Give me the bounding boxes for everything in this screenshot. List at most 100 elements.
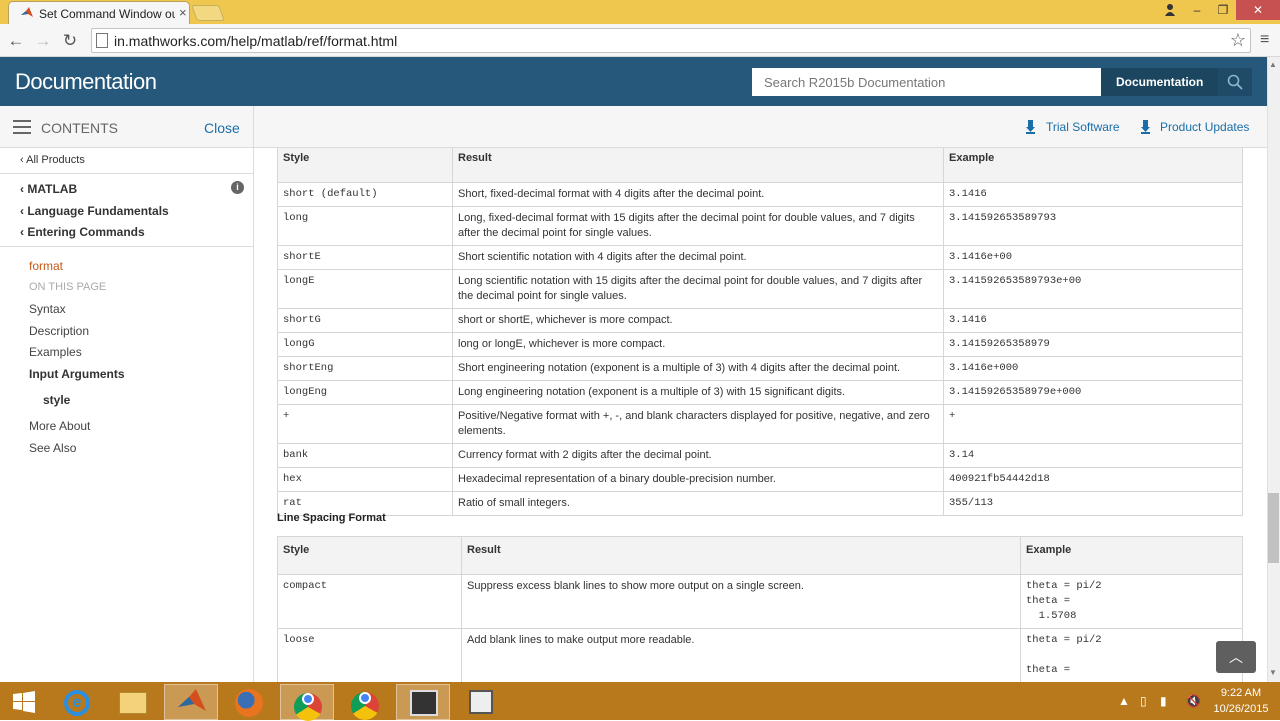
format-table: Style Result Example short (default) Shor…	[277, 148, 1243, 516]
style-cell: shortEng	[277, 356, 453, 381]
forward-arrow-icon[interactable]: →	[33, 31, 53, 51]
example-cell: 3.1416e+00	[943, 245, 1243, 270]
toc-style[interactable]: style	[43, 393, 70, 407]
chrome-icon[interactable]	[338, 684, 392, 720]
phone-icon[interactable]: ▯	[1140, 694, 1147, 708]
back-to-top-button[interactable]: ︿	[1216, 641, 1256, 673]
line-spacing-table: Style Result Example compact Suppress exc…	[277, 536, 1243, 682]
style-cell: short (default)	[277, 182, 453, 207]
result-cell: Short, fixed-decimal format with 4 digit…	[452, 182, 944, 207]
table-row: bank Currency format with 2 digits after …	[277, 443, 1243, 468]
result-cell: Positive/Negative format with +, -, and …	[452, 404, 944, 444]
table-row: long Long, fixed-decimal format with 15 d…	[277, 206, 1243, 246]
result-cell: long or longE, whichever is more compact…	[452, 332, 944, 357]
toc-syntax[interactable]: Syntax	[29, 302, 66, 316]
on-this-page-label: ON THIS PAGE	[29, 281, 107, 293]
divider	[253, 106, 254, 148]
example-cell: 3.14	[943, 443, 1243, 468]
close-contents-link[interactable]: Close	[204, 120, 240, 136]
network-icon[interactable]: ▮	[1160, 694, 1167, 708]
page-icon	[96, 33, 108, 48]
brand-title[interactable]: Documentation	[15, 69, 157, 95]
breadcrumb-entering-commands[interactable]: ‹ Entering Commands	[20, 225, 145, 239]
result-cell: Short scientific notation with 4 digits …	[452, 245, 944, 270]
column-header: Result	[461, 536, 1021, 575]
contents-label[interactable]: CONTENTS	[41, 120, 118, 136]
table-row: shortE Short scientific notation with 4 d…	[277, 245, 1243, 270]
info-icon[interactable]: i	[231, 181, 244, 194]
example-cell: 3.141592653589793	[943, 206, 1243, 246]
toc-input-arguments[interactable]: Input Arguments	[29, 367, 125, 381]
ie-icon[interactable]: e	[50, 684, 104, 720]
tray-arrow-icon[interactable]: ▲	[1118, 694, 1130, 708]
back-arrow-icon[interactable]: ←	[6, 31, 26, 51]
column-header: Style	[277, 536, 462, 575]
search-icon	[1227, 74, 1243, 90]
scroll-up-icon[interactable]: ▲	[1269, 60, 1277, 69]
screen-recorder-icon[interactable]	[396, 684, 450, 720]
doc-header: Documentation Documentation ▼	[0, 57, 1267, 116]
star-icon[interactable]: ☆	[1230, 30, 1246, 51]
search-input[interactable]	[752, 68, 1101, 96]
clock[interactable]: 9:22 AM 10/26/2015	[1208, 685, 1274, 717]
result-cell: Long engineering notation (exponent is a…	[452, 380, 944, 405]
new-tab-button[interactable]	[191, 5, 225, 21]
style-cell: longG	[277, 332, 453, 357]
divider	[0, 173, 253, 174]
firefox-icon[interactable]	[222, 684, 276, 720]
address-bar[interactable]: in.mathworks.com/help/matlab/ref/format.…	[91, 28, 1251, 53]
minimize-icon[interactable]: –	[1184, 0, 1210, 20]
example-cell: +	[943, 404, 1243, 444]
example-cell: 3.141592653589793e+00	[943, 269, 1243, 309]
table-row: longE Long scientific notation with 15 di…	[277, 269, 1243, 309]
start-button[interactable]	[0, 684, 48, 720]
user-icon[interactable]	[1158, 0, 1182, 20]
example-cell: 3.14159265358979	[943, 332, 1243, 357]
toc-more-about[interactable]: More About	[29, 419, 90, 433]
file-explorer-icon[interactable]	[106, 684, 160, 720]
example-cell: theta = pi/2 theta =	[1020, 628, 1243, 682]
breadcrumb-language-fundamentals[interactable]: ‹ Language Fundamentals	[20, 204, 169, 218]
window-close-icon[interactable]: ✕	[1236, 0, 1280, 20]
column-header: Result	[452, 148, 944, 183]
result-cell: Add blank lines to make output more read…	[461, 628, 1021, 682]
trial-software-link[interactable]: Trial Software	[1046, 120, 1120, 134]
chrome-icon[interactable]	[280, 684, 334, 721]
current-page-link[interactable]: format	[29, 259, 63, 273]
restore-icon[interactable]: ❐	[1210, 0, 1236, 20]
scrollbar-thumb[interactable]	[1268, 493, 1279, 563]
main-content: Style Result Example short (default) Shor…	[254, 148, 1267, 682]
result-cell: Long scientific notation with 15 digits …	[452, 269, 944, 309]
toc-examples[interactable]: Examples	[29, 345, 82, 359]
hamburger-icon[interactable]	[13, 120, 31, 134]
windows-taskbar: e ▲ ▯ ▮ 🔇 9:22 AM 10/26/2015	[0, 682, 1280, 721]
volume-icon[interactable]: 🔇	[1186, 694, 1201, 708]
search-button[interactable]	[1218, 68, 1252, 96]
style-cell: loose	[277, 628, 462, 682]
page-scrollbar[interactable]	[1267, 57, 1280, 682]
style-cell: long	[277, 206, 453, 246]
download-icon	[1026, 120, 1035, 134]
result-cell: Suppress excess blank lines to show more…	[461, 574, 1021, 629]
product-updates-link[interactable]: Product Updates	[1160, 120, 1249, 134]
browser-tab[interactable]: Set Command Window ou ×	[8, 1, 190, 24]
all-products-link[interactable]: ‹ All Products	[20, 154, 85, 166]
style-cell: longE	[277, 269, 453, 309]
search-scope-dropdown[interactable]: Documentation ▼	[1101, 68, 1218, 116]
window-app-icon[interactable]	[454, 684, 508, 720]
table-row: compact Suppress excess blank lines to sh…	[277, 574, 1243, 629]
toc-see-also[interactable]: See Also	[29, 441, 76, 455]
result-cell: Long, fixed-decimal format with 15 digit…	[452, 206, 944, 246]
matlab-app-icon[interactable]	[164, 684, 218, 720]
style-cell: shortG	[277, 308, 453, 333]
column-header: Style	[277, 148, 453, 183]
reload-icon[interactable]: ↻	[60, 31, 80, 51]
menu-icon[interactable]: ≡	[1260, 31, 1269, 49]
breadcrumb-matlab[interactable]: ‹ MATLAB	[20, 182, 77, 196]
tab-close-icon[interactable]: ×	[179, 5, 187, 20]
table-row: + Positive/Negative format with +, -, and…	[277, 404, 1243, 444]
scroll-down-icon[interactable]: ▼	[1269, 668, 1277, 677]
toc-description[interactable]: Description	[29, 324, 89, 338]
scope-label: Documentation	[1116, 75, 1204, 89]
example-cell: 400921fb54442d18	[943, 467, 1243, 492]
